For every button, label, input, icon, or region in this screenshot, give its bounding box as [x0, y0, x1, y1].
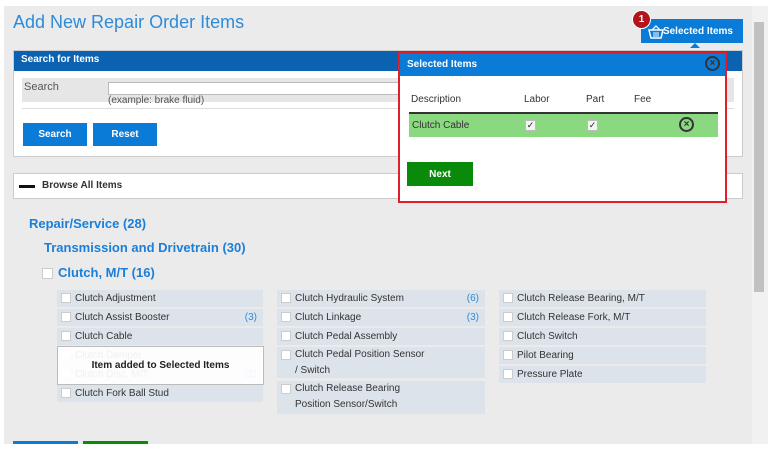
item-checkbox[interactable]: [503, 312, 513, 322]
search-input[interactable]: [108, 82, 408, 95]
search-button[interactable]: Search: [22, 122, 88, 147]
item-label: Clutch Release Bearing, M/T: [517, 293, 645, 304]
clutch-checkbox[interactable]: [42, 268, 53, 279]
list-item[interactable]: Clutch Adjustment: [57, 290, 263, 307]
list-item[interactable]: Clutch Cable: [57, 328, 263, 345]
reset-button[interactable]: Reset: [92, 122, 158, 147]
item-label: Clutch Pedal Position Sensor / Switch: [295, 349, 425, 376]
item-checkbox[interactable]: [281, 350, 291, 360]
item-checkbox[interactable]: [503, 331, 513, 341]
item-checkbox[interactable]: [281, 312, 291, 322]
item-checkbox[interactable]: [281, 331, 291, 341]
popup-title: Selected Items: [407, 59, 478, 70]
labor-checkbox[interactable]: ✓: [525, 120, 536, 131]
table-row: Clutch Cable ✓ ✓ ×: [409, 114, 718, 137]
category-repair-service[interactable]: Repair/Service (28): [29, 216, 146, 231]
item-label: Clutch Release Fork, M/T: [517, 312, 631, 323]
list-item[interactable]: Clutch Pedal Assembly: [277, 328, 485, 345]
item-checkbox[interactable]: [61, 293, 71, 303]
item-checkbox[interactable]: [281, 384, 291, 394]
part-checkbox[interactable]: ✓: [587, 120, 598, 131]
popup-header: Selected Items: [400, 54, 725, 76]
selected-items-popup: Selected Items × Description Labor Part …: [398, 52, 727, 203]
item-checkbox[interactable]: [61, 312, 71, 322]
item-label: Clutch Hydraulic System: [295, 293, 404, 304]
selected-items-label: Selected Items: [662, 25, 733, 37]
list-item[interactable]: Clutch Release Fork, M/T: [499, 309, 706, 326]
item-label: Clutch Pedal Assembly: [295, 331, 398, 342]
col-description: Description: [411, 94, 462, 105]
search-hint: (example: brake fluid): [108, 95, 205, 106]
item-label: Clutch Adjustment: [75, 293, 156, 304]
toast-notification: Item added to Selected Items: [57, 346, 264, 385]
scrollbar-thumb[interactable]: [754, 22, 764, 292]
col-part: Part: [586, 94, 605, 105]
item-checkbox[interactable]: [61, 388, 71, 398]
item-count: (6): [466, 293, 479, 304]
item-label: Pilot Bearing: [517, 350, 574, 361]
col-fee: Fee: [634, 94, 652, 105]
item-label: Pressure Plate: [517, 369, 583, 380]
basket-icon: [648, 25, 664, 39]
popup-caret: [690, 43, 700, 48]
item-count: (3): [466, 312, 479, 323]
col-labor: Labor: [524, 94, 550, 105]
item-label: Clutch Linkage: [295, 312, 362, 323]
list-item[interactable]: Clutch Release Bearing Position Sensor/S…: [277, 381, 485, 414]
item-label: Clutch Fork Ball Stud: [75, 388, 169, 399]
item-label: Clutch Switch: [517, 331, 578, 342]
list-item[interactable]: Clutch Pedal Position Sensor / Switch: [277, 347, 485, 378]
list-item[interactable]: Clutch Hydraulic System (6): [277, 290, 485, 307]
close-icon[interactable]: ×: [705, 56, 720, 71]
row-description: Clutch Cable: [412, 120, 470, 131]
item-checkbox[interactable]: [281, 293, 291, 303]
next-button[interactable]: Next: [407, 162, 473, 186]
item-checkbox[interactable]: [503, 369, 513, 379]
item-checkbox[interactable]: [61, 331, 71, 341]
bottom-green-button[interactable]: [83, 441, 148, 444]
category-transmission[interactable]: Transmission and Drivetrain (30): [44, 240, 246, 255]
list-item[interactable]: Pilot Bearing: [499, 347, 706, 364]
item-label: Clutch Cable: [75, 331, 133, 342]
minus-icon: [19, 185, 35, 188]
list-item[interactable]: Clutch Assist Booster (3): [57, 309, 263, 326]
list-item[interactable]: Clutch Fork Ball Stud: [57, 385, 263, 402]
item-label: Clutch Assist Booster: [75, 312, 170, 323]
list-item[interactable]: Clutch Linkage (3): [277, 309, 485, 326]
selected-count-badge: 1: [632, 10, 651, 29]
item-label: Clutch Release Bearing Position Sensor/S…: [295, 383, 401, 410]
page-title: Add New Repair Order Items: [13, 12, 245, 32]
remove-item-icon[interactable]: ×: [679, 117, 694, 132]
list-item[interactable]: Clutch Release Bearing, M/T: [499, 290, 706, 307]
item-checkbox[interactable]: [503, 293, 513, 303]
list-item[interactable]: Clutch Switch: [499, 328, 706, 345]
search-label: Search: [24, 81, 59, 93]
browse-label: Browse All Items: [42, 180, 123, 191]
category-clutch[interactable]: Clutch, M/T (16): [58, 265, 155, 280]
item-checkbox[interactable]: [503, 350, 513, 360]
list-item[interactable]: Pressure Plate: [499, 366, 706, 383]
bottom-blue-button[interactable]: [13, 441, 78, 444]
item-count: (3): [244, 312, 257, 323]
